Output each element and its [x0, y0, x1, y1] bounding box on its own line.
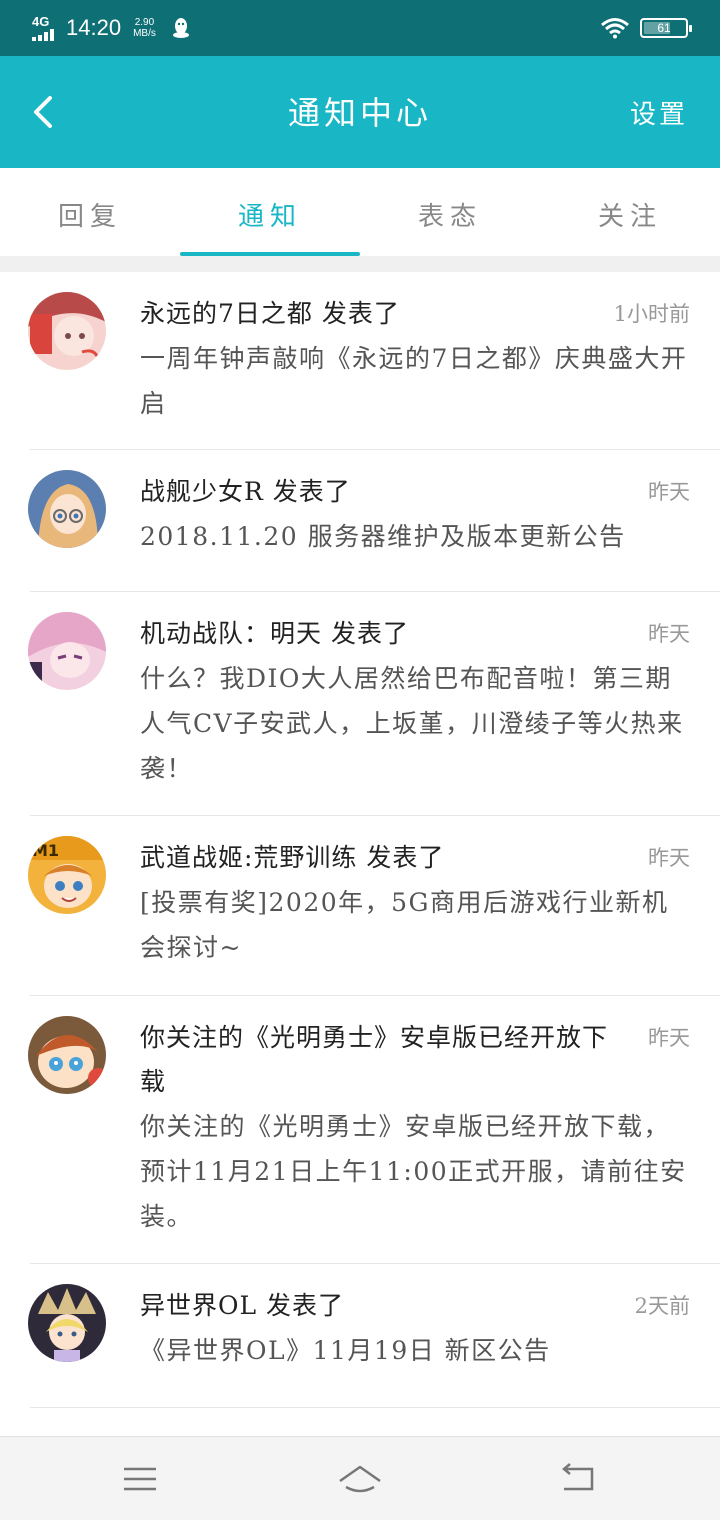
qq-icon	[172, 18, 189, 38]
game-avatar-7days-icon	[28, 292, 106, 370]
app-header: 通知中心 设置	[0, 56, 720, 168]
game-avatar-isekai-ol-icon	[28, 1284, 106, 1362]
list-item[interactable]: 机动战队：明天 发表了 昨天 什么？我DIO大人居然给巴布配音啦！第三期人气CV…	[28, 592, 720, 816]
tab-notifications[interactable]: 通知	[180, 168, 360, 256]
item-body: [投票有奖]2020年，5G商用后游戏行业新机会探讨~	[140, 888, 669, 962]
game-avatar-mobile-squad-icon	[28, 612, 106, 690]
back-icon[interactable]	[556, 1457, 600, 1501]
game-avatar-martial-princess-icon: M1	[28, 836, 106, 914]
status-right: 61	[600, 17, 692, 39]
status-left: 4G 14:20 2.90 MB/s	[32, 15, 190, 41]
status-time: 14:20	[66, 15, 122, 40]
item-body: 一周年钟声敲响《永远的7日之都》庆典盛大开启	[140, 344, 688, 418]
network-speed: 2.90 MB/s	[133, 17, 156, 39]
speed-value: 2.90	[134, 17, 155, 28]
item-title: 异世界OL 发表了	[140, 1291, 345, 1320]
status-bar: 4G 14:20 2.90 MB/s 61	[0, 0, 720, 56]
section-divider	[0, 256, 720, 272]
battery-icon: 61	[640, 18, 692, 38]
settings-button[interactable]: 设置	[630, 94, 688, 131]
item-time: 昨天	[648, 480, 690, 504]
system-nav-bar	[0, 1436, 720, 1520]
wifi-icon	[601, 18, 629, 39]
item-body: 《异世界OL》11月19日 新区公告	[140, 1336, 551, 1365]
item-time: 昨天	[648, 846, 690, 870]
item-time: 昨天	[648, 622, 690, 646]
item-title: 机动战队：明天 发表了	[140, 619, 409, 648]
tab-reply[interactable]: 回复	[0, 168, 180, 256]
game-avatar-warship-girls-icon	[28, 470, 106, 548]
item-time: 1小时前	[613, 302, 690, 326]
item-title: 永远的7日之都 发表了	[140, 299, 400, 328]
tab-bar: 回复 通知 表态 关注	[0, 168, 720, 256]
list-item[interactable]: 永远的7日之都 发表了 1小时前 一周年钟声敲响《永远的7日之都》庆典盛大开启	[28, 272, 720, 450]
item-body: 2018.11.20 服务器维护及版本更新公告	[140, 522, 626, 551]
list-item[interactable]: 战舰少女R 发表了 昨天 2018.11.20 服务器维护及版本更新公告	[28, 450, 720, 592]
item-time: 2天前	[634, 1294, 690, 1318]
item-title: 你关注的《光明勇士》安卓版已经开放下载	[140, 1023, 609, 1096]
cellular-signal-icon: 4G	[32, 15, 54, 41]
list-item[interactable]: 你关注的《光明勇士》安卓版已经开放下载 昨天 你关注的《光明勇士》安卓版已经开放…	[28, 996, 720, 1264]
page-title: 通知中心	[287, 94, 432, 132]
item-title: 战舰少女R 发表了	[140, 477, 351, 506]
item-time: 昨天	[648, 1026, 690, 1050]
menu-icon[interactable]	[118, 1457, 162, 1501]
list-item[interactable]: M1 武道战姬:荒野训练 发表了 昨天 [投票有奖]2020年，5G商用后游戏行…	[28, 816, 720, 996]
tab-follow[interactable]: 关注	[540, 168, 720, 256]
svg-text:M1: M1	[32, 841, 59, 860]
game-avatar-light-hero-icon	[28, 1016, 106, 1094]
item-body: 什么？我DIO大人居然给巴布配音啦！第三期人气CV子安武人，上坂堇，川澄绫子等火…	[140, 664, 684, 783]
network-type: 4G	[32, 14, 50, 29]
battery-level: 61	[657, 21, 671, 35]
item-body: 你关注的《光明勇士》安卓版已经开放下载，预计11月21日上午11:00正式开服，…	[140, 1112, 687, 1231]
list-item[interactable]: 异世界OL 发表了 2天前 《异世界OL》11月19日 新区公告	[28, 1264, 720, 1408]
speed-unit: MB/s	[133, 28, 156, 39]
item-title: 武道战姬:荒野训练 发表了	[140, 843, 445, 872]
notification-list: 永远的7日之都 发表了 1小时前 一周年钟声敲响《永远的7日之都》庆典盛大开启 …	[0, 272, 720, 1408]
tab-reactions[interactable]: 表态	[360, 168, 540, 256]
home-icon[interactable]	[336, 1457, 384, 1501]
